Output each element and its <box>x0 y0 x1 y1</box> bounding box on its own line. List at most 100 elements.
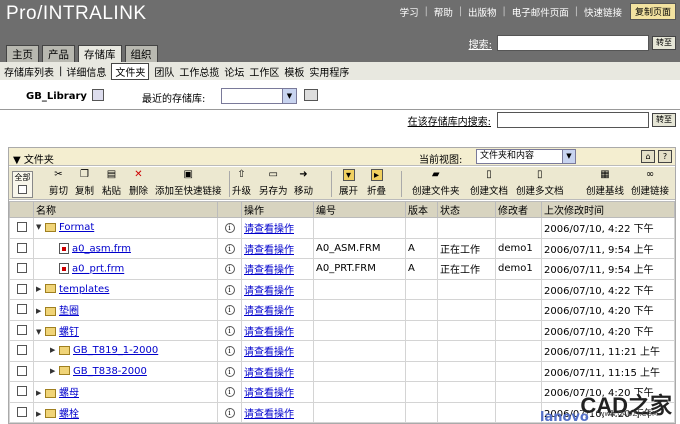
move-button[interactable]: ➜ 移动 <box>294 169 313 197</box>
info-icon[interactable]: i <box>224 284 235 295</box>
row-checkbox[interactable] <box>16 283 27 294</box>
row-checkbox[interactable] <box>16 304 27 315</box>
repo-search-label[interactable]: 在该存储库内搜索: <box>408 113 491 128</box>
panel-title[interactable]: ▼ 文件夹 <box>13 151 54 166</box>
row-checkbox[interactable] <box>16 222 27 233</box>
subnav-templates[interactable]: 模板 <box>284 64 304 79</box>
tab-organization[interactable]: 组织 <box>124 45 158 62</box>
toplink-publications[interactable]: 出版物 <box>468 5 497 19</box>
info-icon[interactable]: i <box>224 223 235 234</box>
view-actions-link[interactable]: 请查看操作 <box>244 265 294 276</box>
paste-button[interactable]: ▤ 粘贴 <box>102 169 121 197</box>
col-name[interactable]: 名称 <box>33 201 218 218</box>
search-go-button[interactable]: 转至 <box>652 36 676 50</box>
select-all[interactable]: 全部 <box>12 171 33 198</box>
col-modifier[interactable]: 修改者 <box>495 201 542 218</box>
create-document-button[interactable]: ▯ 创建文档 <box>470 169 508 197</box>
item-name-link[interactable]: Format <box>59 222 94 233</box>
item-name-link[interactable]: 螺栓 <box>59 409 79 420</box>
row-checkbox[interactable] <box>16 365 27 376</box>
expand-toggle-icon[interactable]: ▶ <box>50 367 59 375</box>
create-link-button[interactable]: ∞ 创建链接 <box>631 169 669 197</box>
view-actions-link[interactable]: 请查看操作 <box>244 245 294 256</box>
expand-toggle-icon[interactable]: ▶ <box>50 346 59 354</box>
create-multi-document-button[interactable]: ▯ 创建多文档 <box>516 169 564 197</box>
expand-button[interactable]: ▾ 展开 <box>339 169 358 197</box>
collapse-button[interactable]: ▸ 折叠 <box>367 169 386 197</box>
subnav-utilities[interactable]: 实用程序 <box>309 64 349 79</box>
repo-search-input[interactable] <box>497 112 649 128</box>
subnav-details[interactable]: 详细信息 <box>66 64 106 79</box>
info-icon[interactable]: i <box>224 387 235 398</box>
toplink-quicklinks[interactable]: 快速链接 <box>584 5 622 19</box>
expand-toggle-icon[interactable]: ▶ <box>36 389 45 397</box>
search-label[interactable]: 搜索: <box>469 36 492 51</box>
view-actions-link[interactable]: 请查看操作 <box>244 286 294 297</box>
item-name-link[interactable]: GB_T819_1-2000 <box>73 345 158 356</box>
tab-home[interactable]: 主页 <box>6 45 39 62</box>
repo-search-go-button[interactable]: 转至 <box>652 113 676 127</box>
toplink-help[interactable]: 帮助 <box>434 5 453 19</box>
create-folder-button[interactable]: ▰ 创建文件夹 <box>412 169 460 197</box>
row-checkbox[interactable] <box>16 406 27 417</box>
tab-repository[interactable]: 存储库 <box>78 45 122 62</box>
add-quicklink-button[interactable]: ▣ 添加至快速链接 <box>155 169 222 197</box>
collapse-toggle-icon[interactable]: ▼ <box>36 223 45 231</box>
row-checkbox[interactable] <box>16 242 27 253</box>
current-view-select[interactable]: 文件夹和内容 ▼ <box>476 149 576 164</box>
subnav-folders[interactable]: 文件夹 <box>111 62 150 80</box>
item-name-link[interactable]: a0_asm.frm <box>72 243 131 254</box>
tab-products[interactable]: 产品 <box>42 45 75 62</box>
info-icon[interactable]: i <box>224 407 235 418</box>
checkbox[interactable] <box>18 185 27 194</box>
go-repo-icon[interactable] <box>304 89 318 101</box>
item-name-link[interactable]: templates <box>59 284 109 295</box>
subnav-work-overview[interactable]: 工作总揽 <box>179 64 219 79</box>
row-checkbox[interactable] <box>16 263 27 274</box>
home-icon[interactable]: ⌂ <box>641 150 655 163</box>
info-icon[interactable]: i <box>224 305 235 316</box>
expand-toggle-icon[interactable]: ▶ <box>36 307 45 315</box>
view-actions-link[interactable]: 请查看操作 <box>244 368 294 379</box>
col-number[interactable]: 编号 <box>313 201 406 218</box>
item-name-link[interactable]: GB_T838-2000 <box>73 366 147 377</box>
col-status[interactable]: 状态 <box>437 201 496 218</box>
save-as-button[interactable]: ▭ 另存为 <box>259 169 288 197</box>
subnav-team[interactable]: 团队 <box>154 64 174 79</box>
upgrade-button[interactable]: ⇧ 升级 <box>232 169 251 197</box>
view-actions-link[interactable]: 请查看操作 <box>244 306 294 317</box>
delete-button[interactable]: ✕ 删除 <box>129 169 148 197</box>
item-name-link[interactable]: 螺钉 <box>59 327 79 338</box>
create-baseline-button[interactable]: ▦ 创建基线 <box>586 169 624 197</box>
item-name-link[interactable]: 垫圈 <box>59 306 79 317</box>
help-icon[interactable]: ? <box>658 150 672 163</box>
expand-toggle-icon[interactable]: ▶ <box>36 285 45 293</box>
col-last-modified[interactable]: 上次修改时间 <box>541 201 675 218</box>
row-checkbox[interactable] <box>16 345 27 356</box>
view-actions-link[interactable]: 请查看操作 <box>244 388 294 399</box>
subnav-forum[interactable]: 论坛 <box>224 64 244 79</box>
view-actions-link[interactable]: 请查看操作 <box>244 409 294 420</box>
copy-page-button[interactable]: 复制页面 <box>629 3 676 20</box>
view-actions-link[interactable]: 请查看操作 <box>244 327 294 338</box>
view-actions-link[interactable]: 请查看操作 <box>244 347 294 358</box>
col-version[interactable]: 版本 <box>405 201 438 218</box>
item-name-link[interactable]: a0_prt.frm <box>72 264 124 275</box>
info-icon[interactable]: i <box>224 243 235 254</box>
expand-toggle-icon[interactable]: ▶ <box>36 410 45 418</box>
row-checkbox[interactable] <box>16 324 27 335</box>
info-icon[interactable]: i <box>224 366 235 377</box>
item-name-link[interactable]: 螺母 <box>59 388 79 399</box>
cut-button[interactable]: ✂ 剪切 <box>49 169 68 197</box>
copy-button[interactable]: ❐ 复制 <box>75 169 94 197</box>
toplink-learn[interactable]: 学习 <box>400 5 419 19</box>
info-icon[interactable]: i <box>224 264 235 275</box>
subnav-repo-list[interactable]: 存储库列表 <box>4 64 54 79</box>
search-input[interactable] <box>497 35 649 51</box>
recent-repo-select[interactable]: ▼ <box>221 88 297 104</box>
view-actions-link[interactable]: 请查看操作 <box>244 224 294 235</box>
row-checkbox[interactable] <box>16 386 27 397</box>
info-icon[interactable]: i <box>224 325 235 336</box>
subnav-workspace[interactable]: 工作区 <box>249 64 279 79</box>
library-info-icon[interactable] <box>92 89 104 101</box>
